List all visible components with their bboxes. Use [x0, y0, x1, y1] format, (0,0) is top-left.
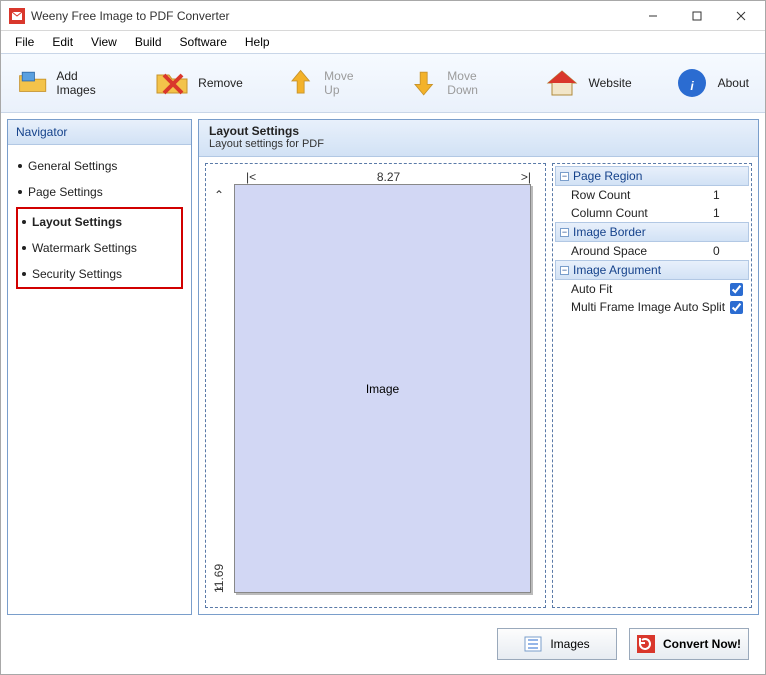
app-icon: [9, 8, 25, 24]
menu-edit[interactable]: Edit: [44, 33, 81, 51]
collapse-icon: −: [560, 266, 569, 275]
nav-label: Security Settings: [32, 267, 122, 281]
prop-label: Around Space: [571, 244, 647, 258]
group-label: Page Region: [573, 169, 642, 183]
content-panel: Layout Settings Layout settings for PDF …: [198, 119, 759, 615]
group-image-argument[interactable]: −Image Argument: [555, 260, 749, 280]
arrow-up-icon: [285, 65, 316, 101]
images-label: Images: [550, 637, 589, 651]
move-up-button[interactable]: Move Up: [279, 61, 372, 105]
nav-item-watermark[interactable]: Watermark Settings: [18, 235, 181, 261]
bottom-bar: Images Convert Now!: [1, 621, 765, 667]
menu-bar: File Edit View Build Software Help: [1, 31, 765, 53]
convert-button[interactable]: Convert Now!: [629, 628, 749, 660]
prop-label: Row Count: [571, 188, 630, 202]
menu-build[interactable]: Build: [127, 33, 170, 51]
convert-label: Convert Now!: [663, 637, 741, 651]
nav-label: Watermark Settings: [32, 241, 137, 255]
move-down-button[interactable]: Move Down: [402, 61, 509, 105]
prop-value: 0: [713, 244, 743, 258]
about-label: About: [718, 76, 749, 90]
folder-remove-icon: [154, 65, 190, 101]
minimize-button[interactable]: [631, 2, 675, 30]
ruler-horizontal: |< 8.27 >|: [246, 170, 531, 184]
prop-column-count[interactable]: Column Count 1: [555, 204, 749, 222]
add-images-label: Add Images: [56, 69, 112, 97]
move-down-label: Move Down: [447, 69, 502, 97]
prop-label: Column Count: [571, 206, 648, 220]
nav-label: General Settings: [28, 159, 117, 173]
bullet-icon: [22, 246, 26, 250]
multi-split-checkbox[interactable]: [730, 301, 743, 314]
prop-label: Multi Frame Image Auto Split: [571, 300, 725, 314]
move-up-label: Move Up: [324, 69, 366, 97]
info-icon: i: [674, 65, 710, 101]
group-image-border[interactable]: −Image Border: [555, 222, 749, 242]
window-controls: [631, 2, 763, 30]
nav-item-security[interactable]: Security Settings: [18, 261, 181, 287]
content-header: Layout Settings Layout settings for PDF: [199, 120, 758, 157]
image-cell-label: Image: [366, 382, 399, 396]
navigator-header: Navigator: [8, 120, 191, 145]
website-label: Website: [588, 76, 631, 90]
convert-icon: [637, 635, 655, 653]
menu-file[interactable]: File: [7, 33, 42, 51]
remove-button[interactable]: Remove: [148, 61, 249, 105]
group-label: Image Argument: [573, 263, 661, 277]
title-bar: Weeny Free Image to PDF Converter: [1, 1, 765, 31]
nav-item-layout[interactable]: Layout Settings: [18, 209, 181, 235]
content-subtitle: Layout settings for PDF: [209, 138, 748, 150]
add-images-button[interactable]: Add Images: [11, 61, 118, 105]
bullet-icon: [22, 272, 26, 276]
bullet-icon: [18, 164, 22, 168]
nav-item-general[interactable]: General Settings: [14, 153, 185, 179]
window-title: Weeny Free Image to PDF Converter: [31, 9, 631, 23]
layout-preview: |< 8.27 >| ⌃ 11.69 ⌄ Image: [205, 163, 546, 608]
bullet-icon: [18, 190, 22, 194]
page-height-label: 11.69: [212, 188, 226, 593]
prop-value: 1: [713, 188, 743, 202]
properties-panel: −Page Region Row Count1 Column Count1 −I…: [552, 163, 752, 608]
highlight-box: Layout Settings Watermark Settings Secur…: [16, 207, 183, 289]
menu-view[interactable]: View: [83, 33, 125, 51]
main-area: Navigator General Settings Page Settings…: [1, 113, 765, 621]
menu-help[interactable]: Help: [237, 33, 278, 51]
list-icon: [524, 635, 542, 653]
prop-row-count[interactable]: Row Count 1: [555, 186, 749, 204]
collapse-icon: −: [560, 172, 569, 181]
bullet-icon: [22, 220, 26, 224]
arrow-down-icon: [408, 65, 439, 101]
group-label: Image Border: [573, 225, 646, 239]
maximize-button[interactable]: [675, 2, 719, 30]
content-title: Layout Settings: [209, 124, 748, 138]
website-button[interactable]: Website: [538, 61, 637, 105]
images-button[interactable]: Images: [497, 628, 617, 660]
ruler-vertical: ⌃ 11.69 ⌄: [212, 188, 226, 593]
group-page-region[interactable]: −Page Region: [555, 166, 749, 186]
nav-label: Layout Settings: [32, 215, 122, 229]
nav-label: Page Settings: [28, 185, 103, 199]
prop-label: Auto Fit: [571, 282, 612, 296]
page-preview[interactable]: Image: [234, 184, 531, 593]
prop-multi-split[interactable]: Multi Frame Image Auto Split: [555, 298, 749, 316]
toolbar: Add Images Remove Move Up Move Down Webs…: [1, 53, 765, 113]
about-button[interactable]: i About: [668, 61, 755, 105]
prop-auto-fit[interactable]: Auto Fit: [555, 280, 749, 298]
home-icon: [544, 65, 580, 101]
prop-around-space[interactable]: Around Space 0: [555, 242, 749, 260]
remove-label: Remove: [198, 76, 243, 90]
collapse-icon: −: [560, 228, 569, 237]
close-button[interactable]: [719, 2, 763, 30]
menu-software[interactable]: Software: [172, 33, 235, 51]
nav-item-page[interactable]: Page Settings: [14, 179, 185, 205]
prop-value: 1: [713, 206, 743, 220]
folder-add-icon: [17, 65, 48, 101]
navigator-panel: Navigator General Settings Page Settings…: [7, 119, 192, 615]
page-width-label: 8.27: [246, 170, 531, 184]
auto-fit-checkbox[interactable]: [730, 283, 743, 296]
